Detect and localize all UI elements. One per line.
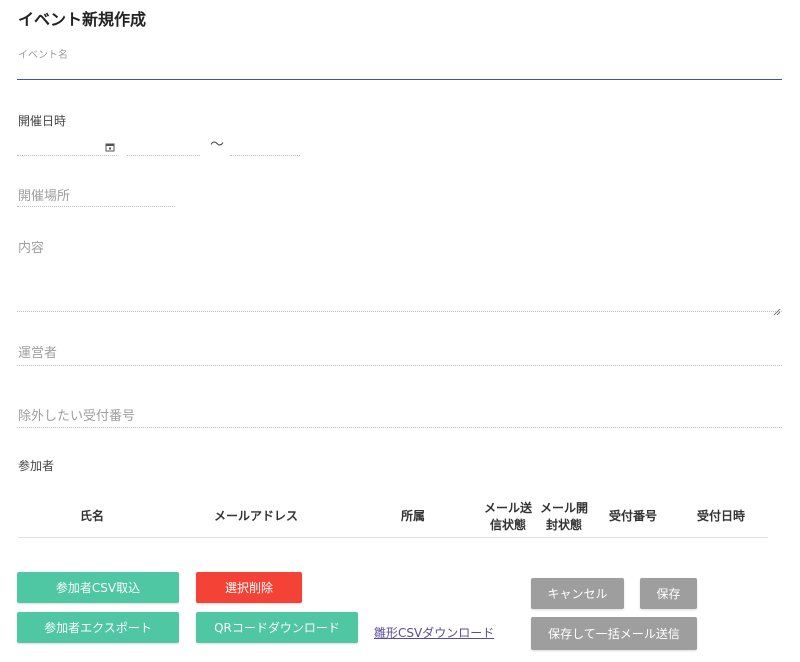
save-button[interactable]: 保存 bbox=[640, 578, 697, 609]
venue-input[interactable]: 開催場所 bbox=[18, 185, 70, 204]
column-mail-open-status[interactable]: メール開 封状態 bbox=[536, 497, 592, 537]
date-label: 開催日時 bbox=[18, 114, 67, 128]
participants-table: 氏名 メールアドレス 所属 メール送 信状態 メール開 封状態 受付番号 受付日時 bbox=[18, 497, 768, 538]
event-name-input[interactable] bbox=[17, 58, 782, 78]
column-reception-number[interactable]: 受付番号 bbox=[592, 497, 674, 537]
content-underline bbox=[17, 311, 782, 312]
page-title: イベント新規作成 bbox=[18, 10, 147, 29]
qr-download-button[interactable]: QRコードダウンロード bbox=[196, 612, 358, 643]
column-reception-datetime[interactable]: 受付日時 bbox=[674, 497, 768, 537]
venue-underline bbox=[17, 206, 175, 207]
start-time-input[interactable] bbox=[127, 155, 200, 156]
excluded-numbers-input[interactable]: 除外したい受付番号 bbox=[18, 405, 135, 424]
event-name-underline bbox=[17, 79, 782, 80]
column-email[interactable]: メールアドレス bbox=[166, 497, 346, 537]
content-placeholder: 内容 bbox=[18, 241, 45, 256]
column-affiliation[interactable]: 所属 bbox=[346, 497, 480, 537]
export-participants-button[interactable]: 参加者エクスポート bbox=[17, 612, 179, 643]
organizer-underline bbox=[17, 365, 782, 366]
table-header-row: 氏名 メールアドレス 所属 メール送 信状態 メール開 封状態 受付番号 受付日時 bbox=[18, 497, 768, 537]
import-csv-button[interactable]: 参加者CSV取込 bbox=[17, 572, 179, 603]
participants-label: 参加者 bbox=[18, 459, 55, 473]
date-separator: ～ bbox=[210, 137, 224, 153]
calendar-icon[interactable] bbox=[105, 137, 115, 152]
end-time-input[interactable] bbox=[230, 155, 300, 156]
date-input[interactable] bbox=[17, 155, 117, 156]
column-name[interactable]: 氏名 bbox=[18, 497, 166, 537]
organizer-input[interactable]: 運営者 bbox=[18, 342, 57, 361]
content-textarea[interactable]: 内容 bbox=[17, 233, 782, 316]
cancel-button[interactable]: キャンセル bbox=[531, 578, 624, 609]
save-and-send-mail-button[interactable]: 保存して一括メール送信 bbox=[531, 617, 697, 650]
resize-handle-icon[interactable] bbox=[773, 301, 781, 316]
template-csv-download-link[interactable]: 雛形CSVダウンロード bbox=[374, 624, 494, 641]
delete-selected-button[interactable]: 選択削除 bbox=[196, 572, 302, 603]
column-mail-send-status[interactable]: メール送 信状態 bbox=[480, 497, 536, 537]
excluded-numbers-underline bbox=[17, 427, 782, 428]
